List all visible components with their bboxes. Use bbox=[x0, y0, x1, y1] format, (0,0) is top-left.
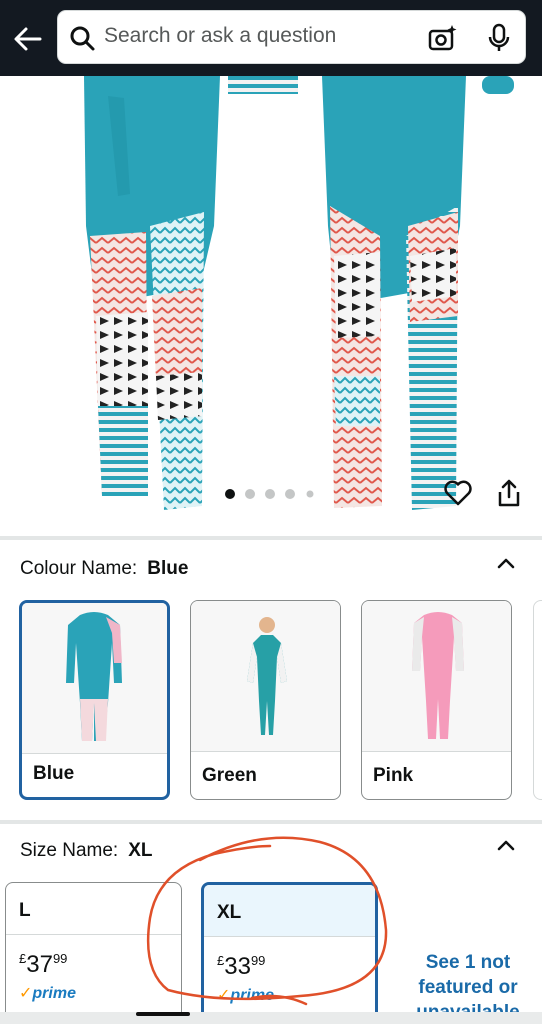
swatch-image bbox=[362, 601, 511, 751]
product-image bbox=[84, 76, 514, 510]
colour-option-pink[interactable]: Pink bbox=[361, 600, 512, 800]
size-name-value: XL bbox=[128, 840, 153, 861]
divider bbox=[0, 820, 542, 824]
mic-icon[interactable] bbox=[486, 23, 512, 53]
colour-option-blue[interactable]: Blue bbox=[19, 600, 170, 800]
chevron-up-icon[interactable] bbox=[496, 838, 516, 852]
size-option-label: XL bbox=[217, 902, 242, 923]
colour-name-label: Colour Name: bbox=[20, 558, 138, 579]
colour-name-value: Blue bbox=[147, 558, 189, 579]
size-option-header: XL bbox=[204, 885, 375, 937]
size-option-price: £3399 bbox=[217, 953, 266, 980]
prime-check-icon: ✓ bbox=[217, 987, 231, 1004]
search-box[interactable]: Search or ask a question bbox=[57, 10, 526, 64]
size-name-heading: Size Name: XL bbox=[20, 840, 152, 862]
swatch-label: Pink bbox=[373, 765, 414, 786]
size-option-l[interactable]: L £3799 ✓prime bbox=[5, 882, 182, 1024]
top-bar: Search or ask a question bbox=[0, 0, 542, 76]
camera-icon[interactable] bbox=[428, 23, 458, 53]
heart-icon[interactable] bbox=[444, 480, 472, 506]
search-input[interactable]: Search or ask a question bbox=[104, 24, 404, 48]
swatch-label: Blue bbox=[33, 763, 75, 784]
size-name-label: Size Name: bbox=[20, 840, 119, 861]
swatch-divider bbox=[22, 753, 167, 754]
divider bbox=[0, 536, 542, 540]
product-image-gallery[interactable] bbox=[0, 76, 542, 536]
colour-option-green[interactable]: Green bbox=[190, 600, 341, 800]
size-option-xl[interactable]: XL £3399 ✓prime bbox=[201, 882, 378, 1024]
swatch-divider bbox=[191, 751, 340, 752]
colour-option-more[interactable] bbox=[533, 600, 542, 800]
swatch-image bbox=[191, 601, 340, 751]
scroll-handle bbox=[136, 1012, 190, 1016]
size-option-header: L bbox=[6, 883, 181, 935]
search-icon bbox=[70, 26, 95, 51]
prime-check-icon: ✓ bbox=[19, 985, 33, 1002]
swatch-image bbox=[22, 603, 167, 753]
bottom-bar bbox=[0, 1012, 542, 1024]
carousel-dots[interactable] bbox=[224, 488, 324, 500]
share-icon[interactable] bbox=[496, 478, 522, 508]
size-option-price: £3799 bbox=[19, 951, 68, 978]
swatch-label: Green bbox=[202, 765, 257, 786]
swatch-divider bbox=[362, 751, 511, 752]
size-option-label: L bbox=[19, 900, 31, 921]
prime-badge: ✓prime bbox=[217, 987, 274, 1004]
colour-name-heading: Colour Name: Blue bbox=[20, 558, 188, 580]
prime-badge: ✓prime bbox=[19, 985, 76, 1002]
chevron-up-icon[interactable] bbox=[496, 556, 516, 570]
back-arrow-icon[interactable] bbox=[12, 24, 44, 54]
